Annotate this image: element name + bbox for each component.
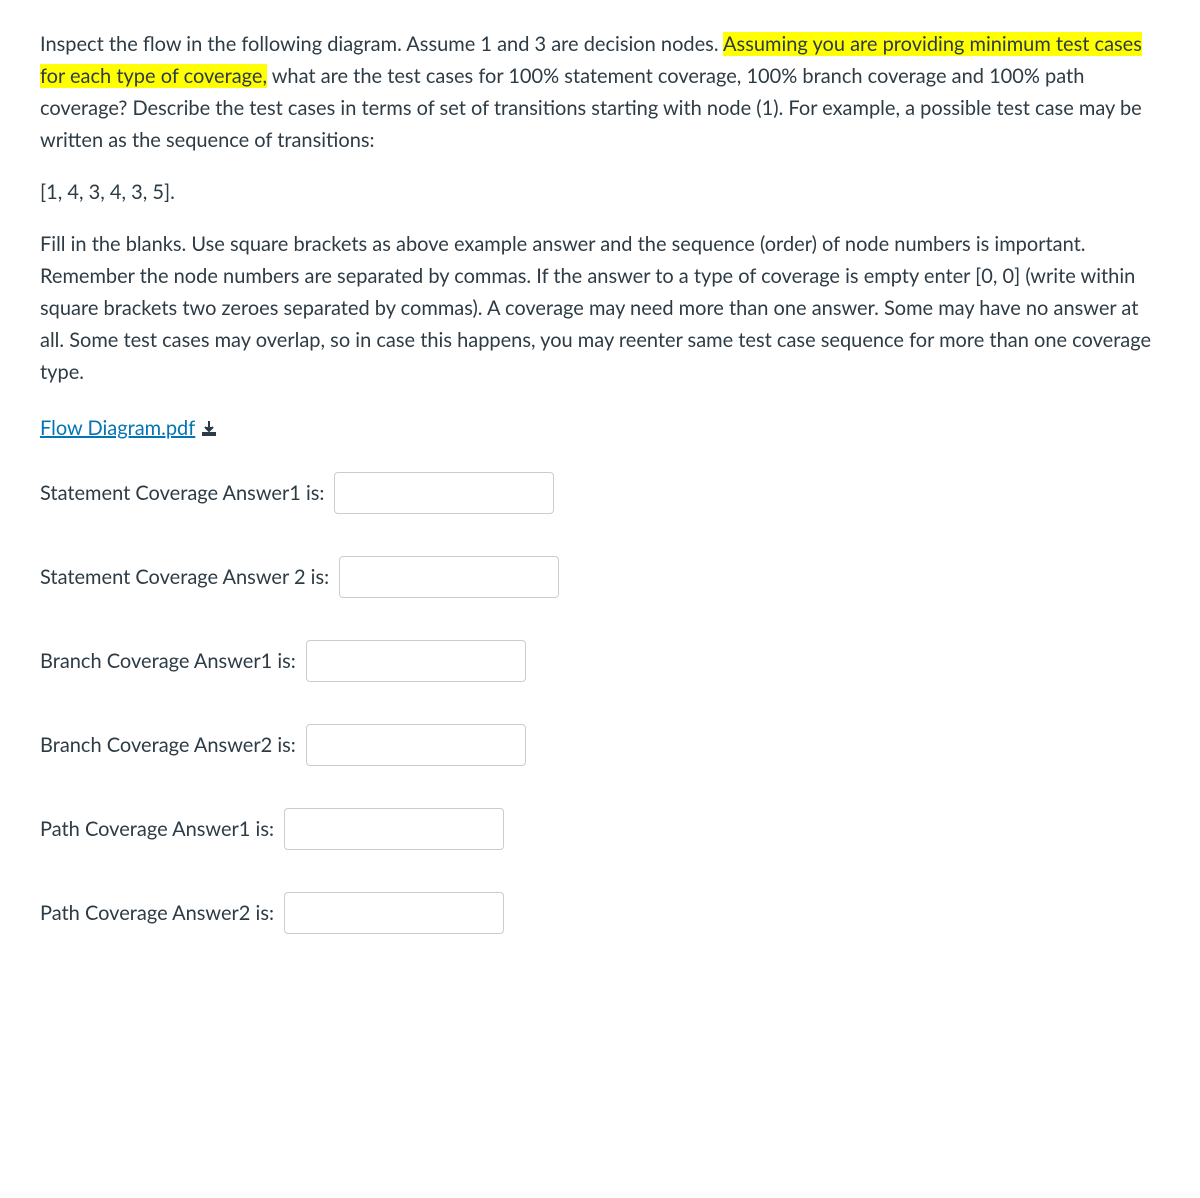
path-coverage-answer1-input[interactable] <box>284 808 504 850</box>
path-coverage-answer1-row: Path Coverage Answer1 is: <box>40 808 1160 850</box>
statement-coverage-answer1-row: Statement Coverage Answer1 is: <box>40 472 1160 514</box>
branch-coverage-answer1-row: Branch Coverage Answer1 is: <box>40 640 1160 682</box>
path-coverage-answer2-label: Path Coverage Answer2 is: <box>40 897 274 929</box>
intro-before-highlight: Inspect the flow in the following diagra… <box>40 32 723 56</box>
path-coverage-answer1-label: Path Coverage Answer1 is: <box>40 813 274 845</box>
branch-coverage-answer2-input[interactable] <box>306 724 526 766</box>
statement-coverage-answer2-row: Statement Coverage Answer 2 is: <box>40 556 1160 598</box>
question-body: Inspect the flow in the following diagra… <box>40 28 1160 388</box>
branch-coverage-answer2-label: Branch Coverage Answer2 is: <box>40 729 296 761</box>
instructions: Fill in the blanks. Use square brackets … <box>40 228 1160 388</box>
example-sequence: [1, 4, 3, 4, 3, 5]. <box>40 176 1160 208</box>
statement-coverage-answer1-input[interactable] <box>334 472 554 514</box>
branch-coverage-answer1-input[interactable] <box>306 640 526 682</box>
path-coverage-answer2-row: Path Coverage Answer2 is: <box>40 892 1160 934</box>
path-coverage-answer2-input[interactable] <box>284 892 504 934</box>
attachment-link[interactable]: Flow Diagram.pdf <box>40 412 217 444</box>
branch-coverage-answer2-row: Branch Coverage Answer2 is: <box>40 724 1160 766</box>
branch-coverage-answer1-label: Branch Coverage Answer1 is: <box>40 645 296 677</box>
download-icon <box>201 420 217 436</box>
statement-coverage-answer2-input[interactable] <box>339 556 559 598</box>
attachment-label: Flow Diagram.pdf <box>40 412 195 444</box>
statement-coverage-answer1-label: Statement Coverage Answer1 is: <box>40 477 324 509</box>
question-intro: Inspect the flow in the following diagra… <box>40 28 1160 156</box>
statement-coverage-answer2-label: Statement Coverage Answer 2 is: <box>40 561 329 593</box>
